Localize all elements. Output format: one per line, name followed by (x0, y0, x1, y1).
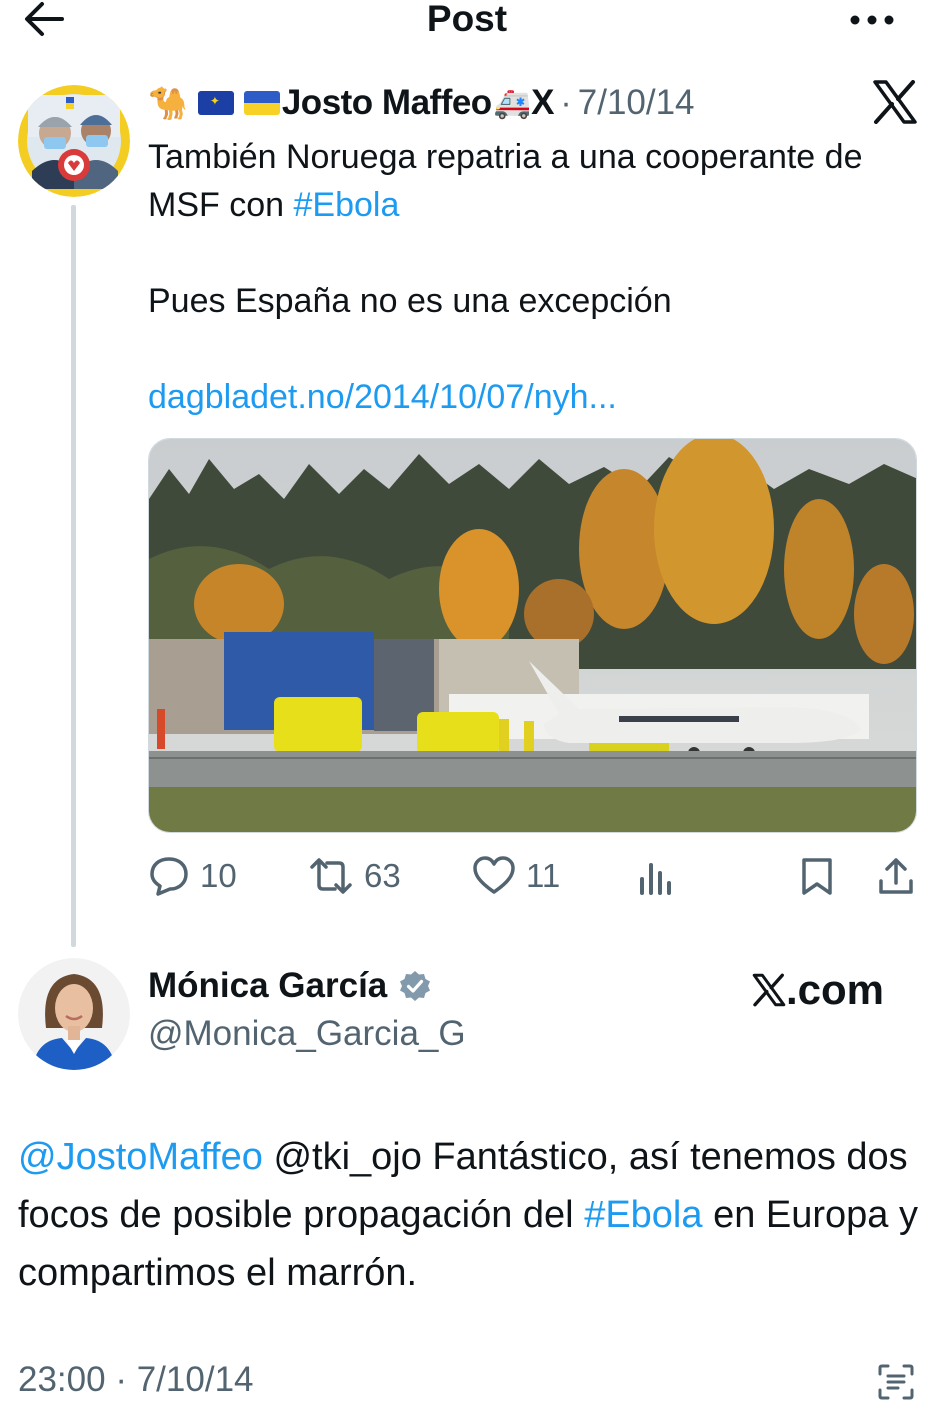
ambulance-emoji: 🚑 (493, 86, 532, 120)
heart-icon (473, 856, 515, 894)
tweet-date: 7/10/14 (136, 1360, 254, 1399)
x-logo-icon (752, 973, 786, 1007)
avatar[interactable] (18, 85, 130, 197)
author-name-row: Mónica García (148, 966, 431, 1006)
verified-badge-icon (400, 971, 431, 1001)
views-button[interactable] (636, 848, 676, 904)
tweet-timestamp[interactable]: 23:00 · 7/10/14 (18, 1360, 254, 1400)
avatar[interactable] (18, 958, 130, 1070)
scan-text-button[interactable] (876, 1362, 916, 1402)
x-com-brand: .com (752, 966, 884, 1014)
tweet-time: 23:00 (18, 1360, 106, 1399)
author-name-suffix: X (531, 83, 555, 122)
author-name[interactable]: Josto Maffeo (282, 83, 492, 123)
hashtag-link[interactable]: #Ebola (293, 186, 399, 224)
tweet-author-row: 🐪 Josto Maffeo 🚑 X · 7/10/14 (148, 80, 695, 126)
more-horizontal-icon (850, 15, 894, 25)
retweet-count: 63 (364, 857, 401, 894)
tweet-actions: 10 63 11 (148, 848, 918, 904)
author-name[interactable]: Mónica García (148, 966, 387, 1006)
eu-flag-icon (197, 91, 234, 115)
bookmark-button[interactable] (798, 848, 836, 904)
share-icon (879, 858, 913, 894)
tweet-text: También Noruega repatria a una cooperant… (148, 138, 863, 224)
bookmark-icon (802, 858, 832, 895)
airport-photo-image (149, 439, 916, 832)
tweet-text: Pues España no es una excepción (148, 282, 672, 320)
tweet-date[interactable]: 7/10/14 (578, 83, 695, 123)
tweet-body: También Noruega repatria a una cooperant… (148, 133, 918, 421)
avatar-image (18, 958, 130, 1070)
tweet-photo[interactable] (148, 438, 917, 833)
retweet-button[interactable]: 63 (308, 848, 401, 904)
like-button[interactable]: 11 (472, 848, 560, 904)
thread-connector-line (71, 205, 76, 947)
hashtag-link[interactable]: #Ebola (584, 1194, 702, 1236)
ukraine-flag-icon (243, 91, 280, 115)
share-button[interactable] (876, 848, 916, 904)
page-title: Post (426, 0, 508, 39)
avatar-image (18, 85, 130, 197)
tweet-body: @JostoMaffeo @tki_ojo Fantástico, así te… (18, 1128, 923, 1302)
author-handle[interactable]: @Monica_Garcia_G (148, 1014, 466, 1054)
retweet-icon (310, 858, 352, 894)
separator: · (115, 1360, 127, 1399)
mention-link[interactable]: @JostoMaffeo (18, 1136, 263, 1178)
top-bar: Post (0, 0, 934, 40)
more-options-button[interactable] (848, 4, 896, 34)
separator: · (560, 83, 572, 122)
reply-count: 10 (200, 857, 237, 894)
camel-emoji: 🐪 (148, 85, 188, 121)
analytics-icon (640, 863, 671, 895)
x-logo-icon (872, 80, 918, 124)
brand-suffix: .com (786, 966, 885, 1013)
reply-icon (150, 857, 188, 896)
scan-text-icon (878, 1364, 914, 1400)
like-count: 11 (526, 857, 561, 894)
reply-button[interactable]: 10 (148, 848, 237, 904)
external-link[interactable]: dagbladet.no/2014/10/07/nyh... (148, 373, 918, 421)
